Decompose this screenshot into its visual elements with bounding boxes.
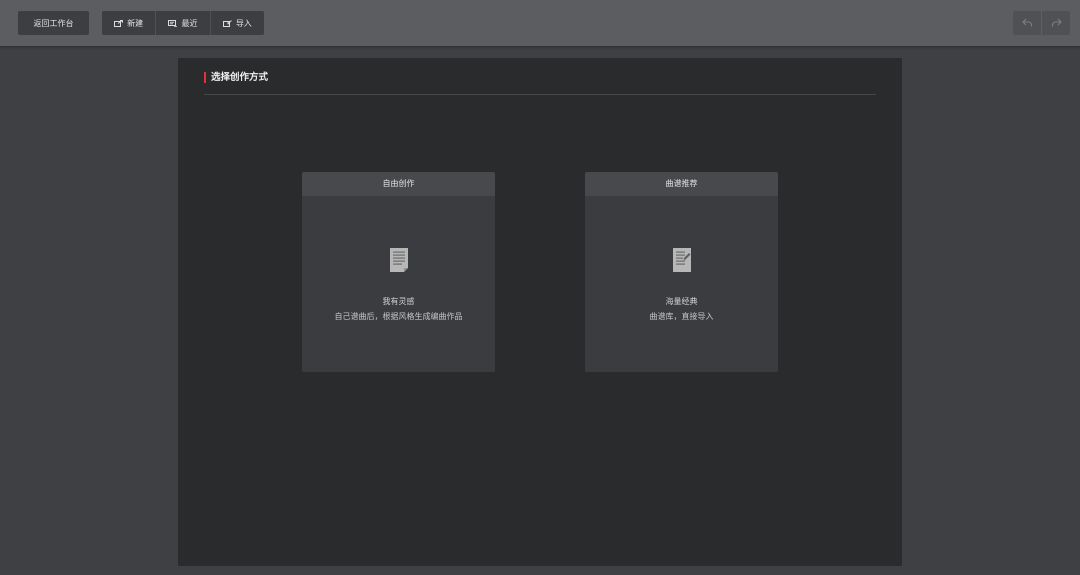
- new-label: 新建: [127, 18, 144, 28]
- recent-button[interactable]: 最近: [156, 11, 211, 35]
- card-description: 自己谱曲后，根据风格生成编曲作品: [334, 312, 463, 321]
- card-title: 我有灵感: [382, 297, 415, 306]
- card-description: 曲谱库，直接导入: [649, 312, 714, 321]
- undo-icon: [1021, 14, 1033, 32]
- recent-icon: [168, 19, 178, 27]
- card-header: 自由创作: [302, 172, 495, 196]
- undo-button[interactable]: [1013, 11, 1042, 35]
- free-creation-card[interactable]: 自由创作 我有灵感 自己谱曲后，根据风格生成编曲作品: [302, 172, 495, 372]
- import-button[interactable]: 导入: [211, 11, 264, 35]
- top-toolbar: 返回工作台 新建 最近 导入: [0, 0, 1080, 46]
- score-edit-icon: [672, 247, 692, 273]
- back-to-workbench-label: 返回工作台: [33, 18, 74, 28]
- title-accent-bar: [204, 72, 206, 83]
- create-mode-panel: 选择创作方式 自由创作 我有灵感 自己谱曲后，根据风格生成编曲作品 曲谱推荐 海…: [178, 58, 902, 566]
- recent-label: 最近: [181, 18, 198, 28]
- card-title: 海量经典: [665, 297, 698, 306]
- title-divider: [204, 94, 876, 95]
- back-to-workbench-button[interactable]: 返回工作台: [18, 11, 89, 35]
- score-recommend-card[interactable]: 曲谱推荐 海量经典 曲谱库，直接导入: [585, 172, 778, 372]
- new-file-icon: [114, 19, 124, 27]
- file-actions-group: 新建 最近 导入: [102, 11, 264, 35]
- document-icon: [389, 247, 409, 273]
- new-button[interactable]: 新建: [102, 11, 157, 35]
- redo-icon: [1051, 14, 1062, 32]
- history-group: [1013, 11, 1070, 35]
- panel-title: 选择创作方式: [211, 72, 269, 83]
- redo-button[interactable]: [1042, 11, 1070, 35]
- card-header: 曲谱推荐: [585, 172, 778, 196]
- import-label: 导入: [235, 18, 252, 28]
- import-icon: [222, 19, 232, 27]
